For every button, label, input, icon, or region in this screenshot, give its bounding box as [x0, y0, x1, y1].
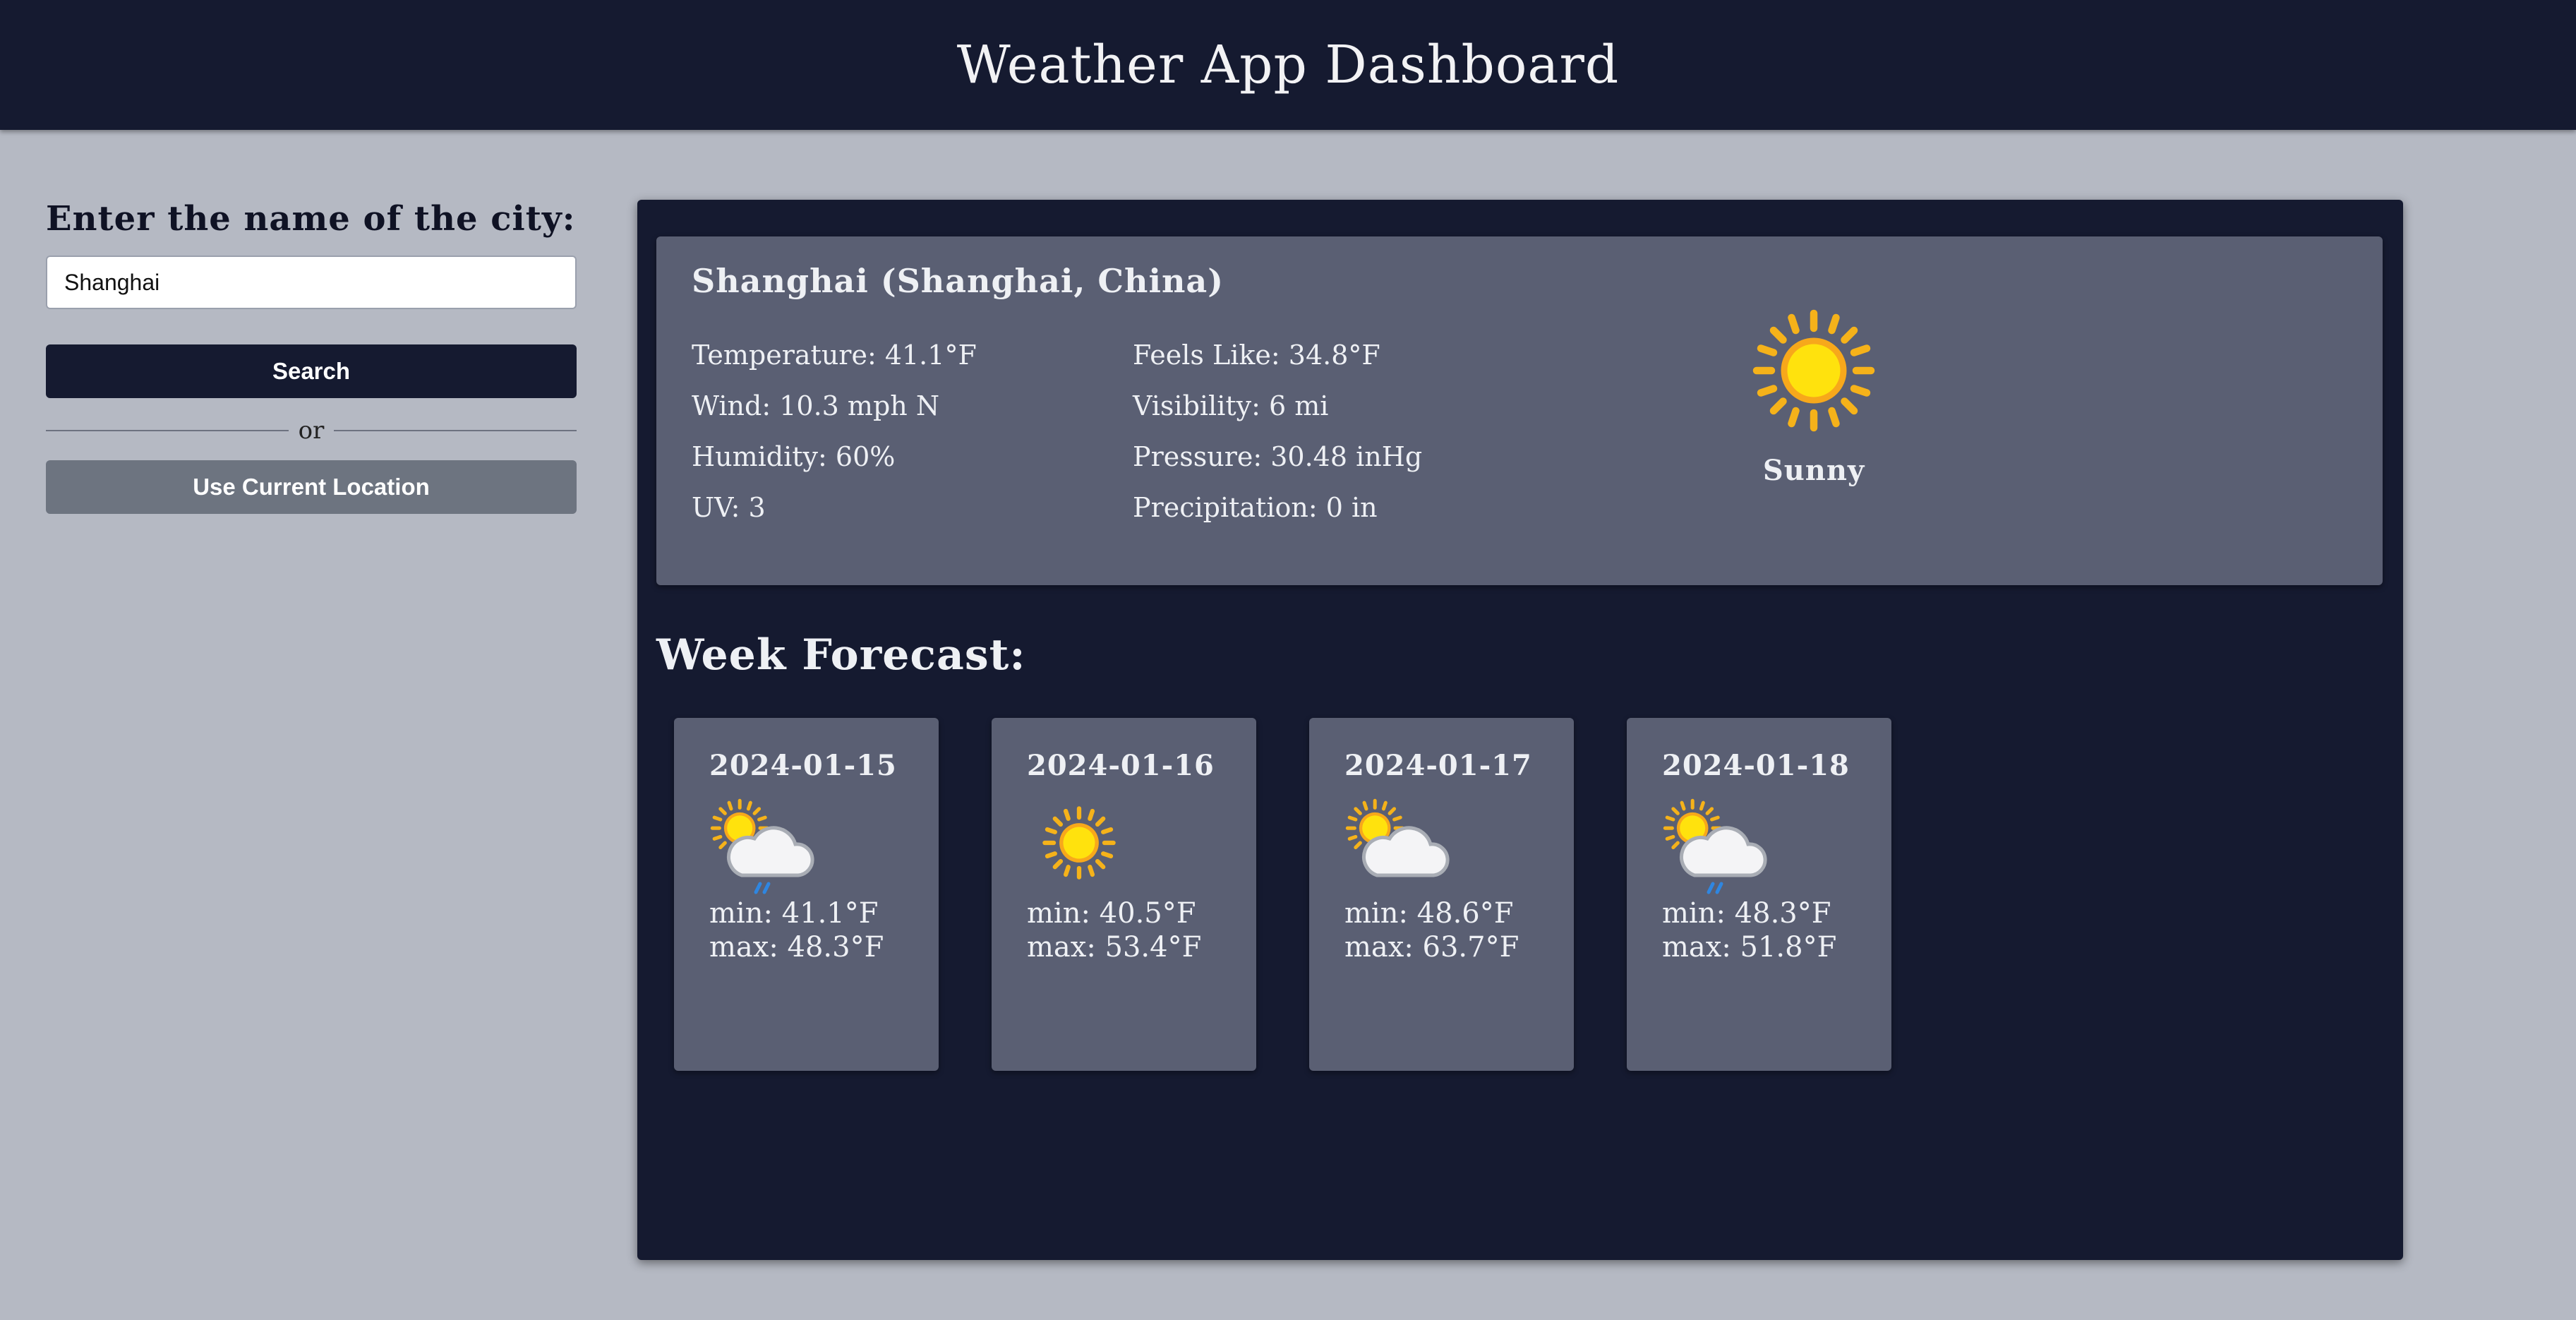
weather-results-panel: Shanghai (Shanghai, China) Temperature: … — [637, 200, 2403, 1260]
forecast-icon-slot — [1662, 798, 1891, 896]
forecast-card: 2024-01-17 min: 48.6°F max: 63.7°F — [1309, 718, 1574, 1071]
wind-value: Wind: 10.3 mph N — [692, 390, 940, 421]
forecast-card: 2024-01-16 min: 40.5°F max: 53.4°F — [992, 718, 1256, 1071]
divider-line-right — [334, 430, 577, 431]
search-button[interactable]: Search — [46, 344, 577, 398]
sun-cloud-rain-icon — [1662, 798, 1768, 894]
current-stats-right: Feels Like: 34.8°F Visibility: 6 mi Pres… — [1133, 330, 1422, 533]
forecast-max: max: 63.7°F — [1344, 931, 1519, 964]
forecast-date: 2024-01-18 — [1662, 749, 1850, 782]
visibility-value: Visibility: 6 mi — [1133, 390, 1329, 421]
current-condition: Sunny — [1743, 307, 1884, 487]
forecast-min: min: 40.5°F — [1027, 897, 1196, 930]
forecast-card: 2024-01-15 min: 41.1°F max: 48.3°F — [674, 718, 939, 1071]
or-divider: or — [46, 416, 577, 445]
search-panel: Enter the name of the city: Search or Us… — [46, 199, 577, 514]
divider-text: or — [298, 416, 325, 445]
current-stats-left: Temperature: 41.1°F Wind: 10.3 mph N Hum… — [692, 330, 977, 533]
forecast-max: max: 51.8°F — [1662, 931, 1837, 964]
temperature-value: Temperature: 41.1°F — [692, 340, 977, 371]
pressure-value: Pressure: 30.48 inHg — [1133, 441, 1423, 472]
current-weather-card: Shanghai (Shanghai, China) Temperature: … — [656, 236, 2383, 585]
forecast-min: min: 41.1°F — [709, 897, 879, 930]
city-name: Shanghai (Shanghai, China) — [692, 262, 1224, 300]
condition-label: Sunny — [1762, 454, 1865, 487]
feels-like-value: Feels Like: 34.8°F — [1133, 340, 1380, 371]
forecast-date: 2024-01-17 — [1344, 749, 1532, 782]
sun-cloud-rain-icon — [709, 798, 815, 894]
divider-line-left — [46, 430, 289, 431]
forecast-min: min: 48.3°F — [1662, 897, 1831, 930]
humidity-value: Humidity: 60% — [692, 441, 896, 472]
sun-icon — [1750, 307, 1877, 434]
city-input-label: Enter the name of the city: — [46, 199, 576, 239]
forecast-date: 2024-01-15 — [709, 749, 897, 782]
forecast-icon-slot — [1344, 798, 1574, 896]
forecast-min: min: 48.6°F — [1344, 897, 1514, 930]
forecast-icon-slot — [1027, 798, 1256, 896]
use-current-location-button[interactable]: Use Current Location — [46, 460, 577, 514]
forecast-card: 2024-01-18 min: 48.3°F max: 51.8°F — [1627, 718, 1891, 1071]
sun-behind-cloud-icon — [1344, 798, 1450, 896]
app-title: Weather App Dashboard — [956, 35, 1620, 95]
precipitation-value: Precipitation: 0 in — [1133, 492, 1378, 523]
forecast-list: 2024-01-15 min: 41.1°F max: 48.3°F 2024-… — [674, 718, 1891, 1071]
app-header: Weather App Dashboard — [0, 0, 2576, 130]
forecast-icon-slot — [709, 798, 939, 896]
uv-value: UV: 3 — [692, 492, 766, 523]
forecast-max: max: 53.4°F — [1027, 931, 1202, 964]
sun-icon — [1027, 798, 1133, 896]
forecast-date: 2024-01-16 — [1027, 749, 1215, 782]
forecast-max: max: 48.3°F — [709, 931, 884, 964]
city-search-input[interactable] — [46, 256, 577, 309]
week-forecast-title: Week Forecast: — [656, 630, 1026, 680]
